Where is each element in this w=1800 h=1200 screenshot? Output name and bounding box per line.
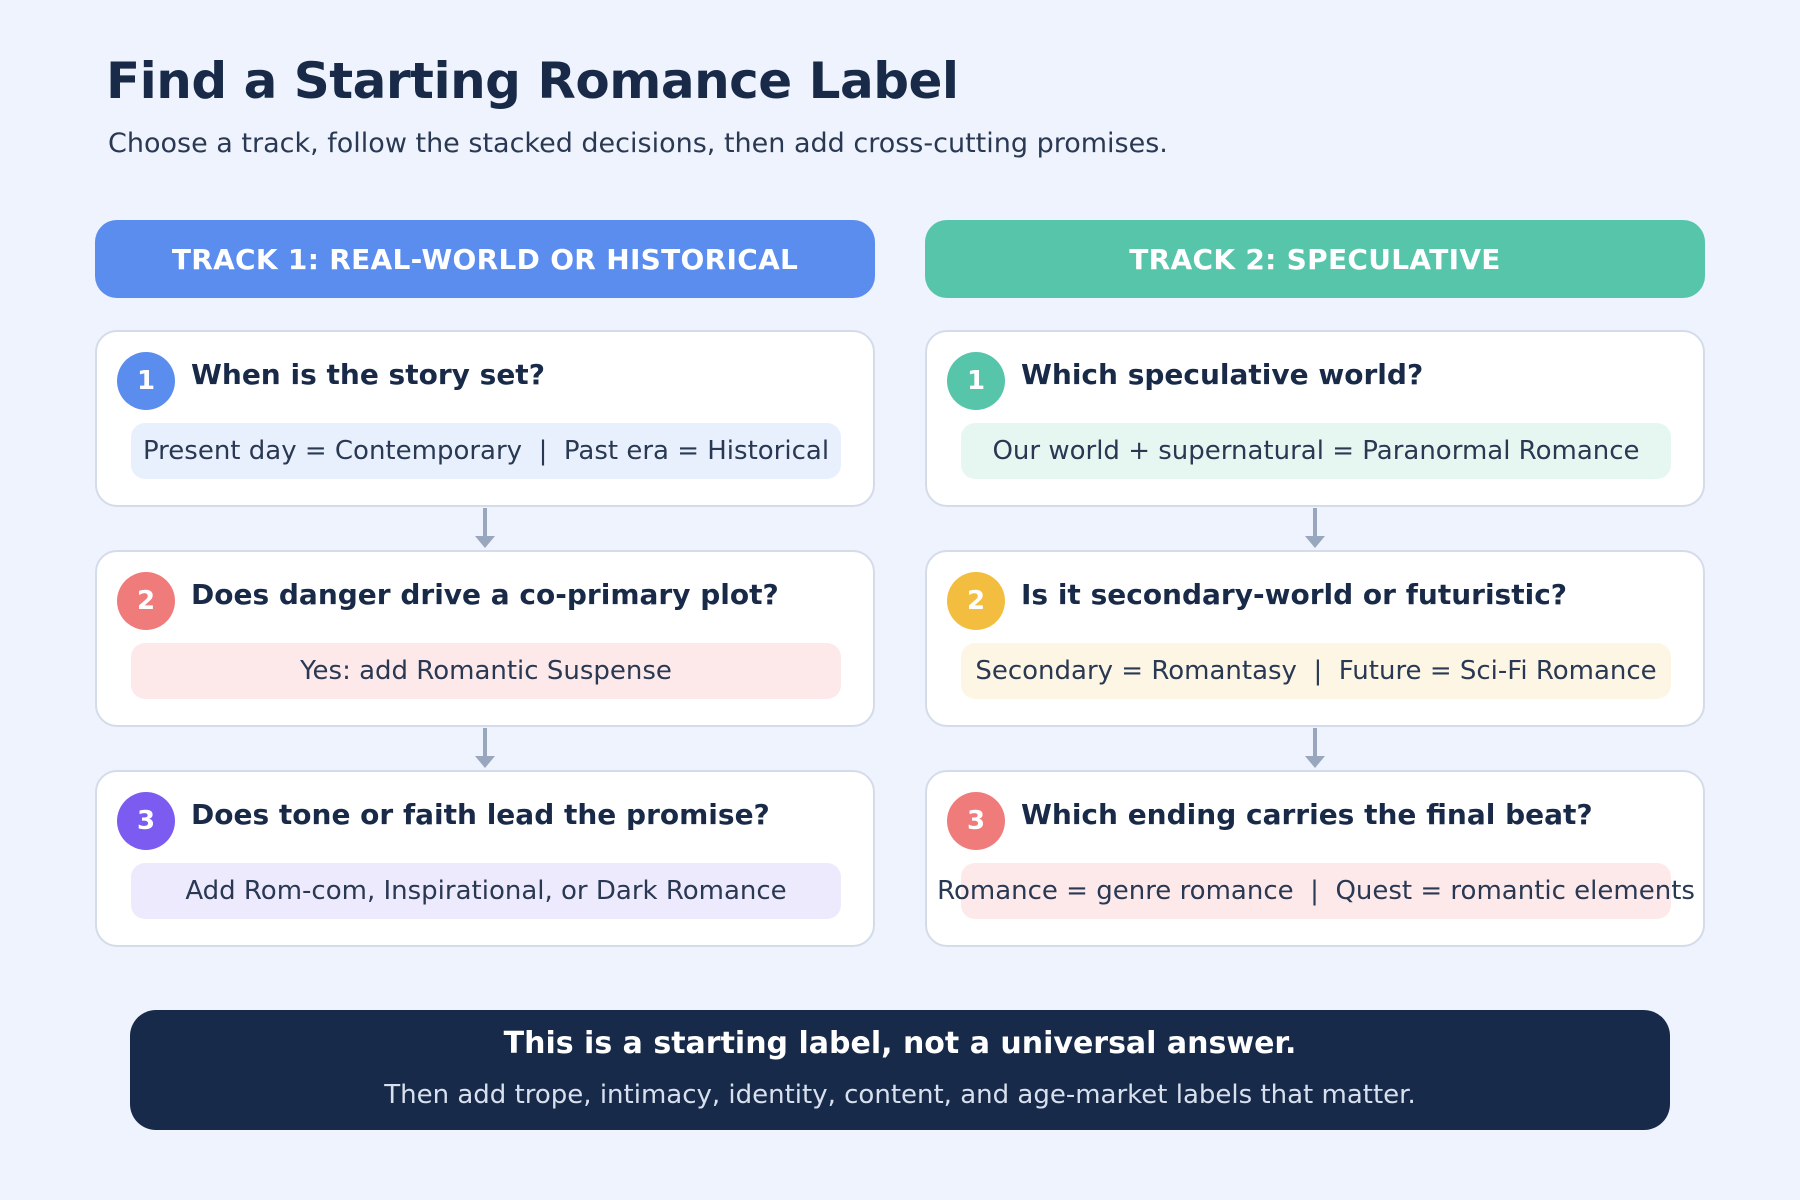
step-question: Which speculative world? <box>1021 358 1424 391</box>
track-speculative: TRACK 2: SPECULATIVE 1 Which speculative… <box>925 220 1705 947</box>
step-question: Does danger drive a co-primary plot? <box>191 578 779 611</box>
step-question: Is it secondary-world or futuristic? <box>1021 578 1568 611</box>
decision-card-step-3: 3 Which ending carries the final beat? R… <box>925 770 1705 947</box>
page-subtitle: Choose a track, follow the stacked decis… <box>108 128 1168 159</box>
step-question: When is the story set? <box>191 358 545 391</box>
step-number-badge: 2 <box>947 572 1005 630</box>
down-arrow-icon <box>475 508 495 548</box>
decision-card-step-3: 3 Does tone or faith lead the promise? A… <box>95 770 875 947</box>
step-answer: Yes: add Romantic Suspense <box>131 643 841 699</box>
track-header: TRACK 2: SPECULATIVE <box>925 220 1705 298</box>
step-answer: Present day = Contemporary | Past era = … <box>131 423 841 479</box>
step-question: Does tone or faith lead the promise? <box>191 798 770 831</box>
footer-banner: This is a starting label, not a universa… <box>130 1010 1670 1130</box>
step-number-badge: 1 <box>947 352 1005 410</box>
step-answer: Add Rom-com, Inspirational, or Dark Roma… <box>131 863 841 919</box>
step-answer: Romance = genre romance | Quest = romant… <box>937 863 1695 919</box>
decision-card-step-2: 2 Is it secondary-world or futuristic? S… <box>925 550 1705 727</box>
down-arrow-icon <box>1305 728 1325 768</box>
decision-card-step-2: 2 Does danger drive a co-primary plot? Y… <box>95 550 875 727</box>
footer-title: This is a starting label, not a universa… <box>503 1026 1297 1061</box>
step-answer: Secondary = Romantasy | Future = Sci-Fi … <box>961 643 1671 699</box>
decision-card-step-1: 1 Which speculative world? Our world + s… <box>925 330 1705 507</box>
step-question: Which ending carries the final beat? <box>1021 798 1593 831</box>
page-title: Find a Starting Romance Label <box>106 52 959 110</box>
down-arrow-icon <box>1305 508 1325 548</box>
step-answer: Our world + supernatural = Paranormal Ro… <box>961 423 1671 479</box>
step-number-badge: 3 <box>947 792 1005 850</box>
track-header: TRACK 1: REAL-WORLD OR HISTORICAL <box>95 220 875 298</box>
step-number-badge: 1 <box>117 352 175 410</box>
decision-card-step-1: 1 When is the story set? Present day = C… <box>95 330 875 507</box>
step-number-badge: 3 <box>117 792 175 850</box>
footer-text: Then add trope, intimacy, identity, cont… <box>384 1080 1416 1110</box>
step-number-badge: 2 <box>117 572 175 630</box>
track-real-world: TRACK 1: REAL-WORLD OR HISTORICAL 1 When… <box>95 220 875 947</box>
down-arrow-icon <box>475 728 495 768</box>
